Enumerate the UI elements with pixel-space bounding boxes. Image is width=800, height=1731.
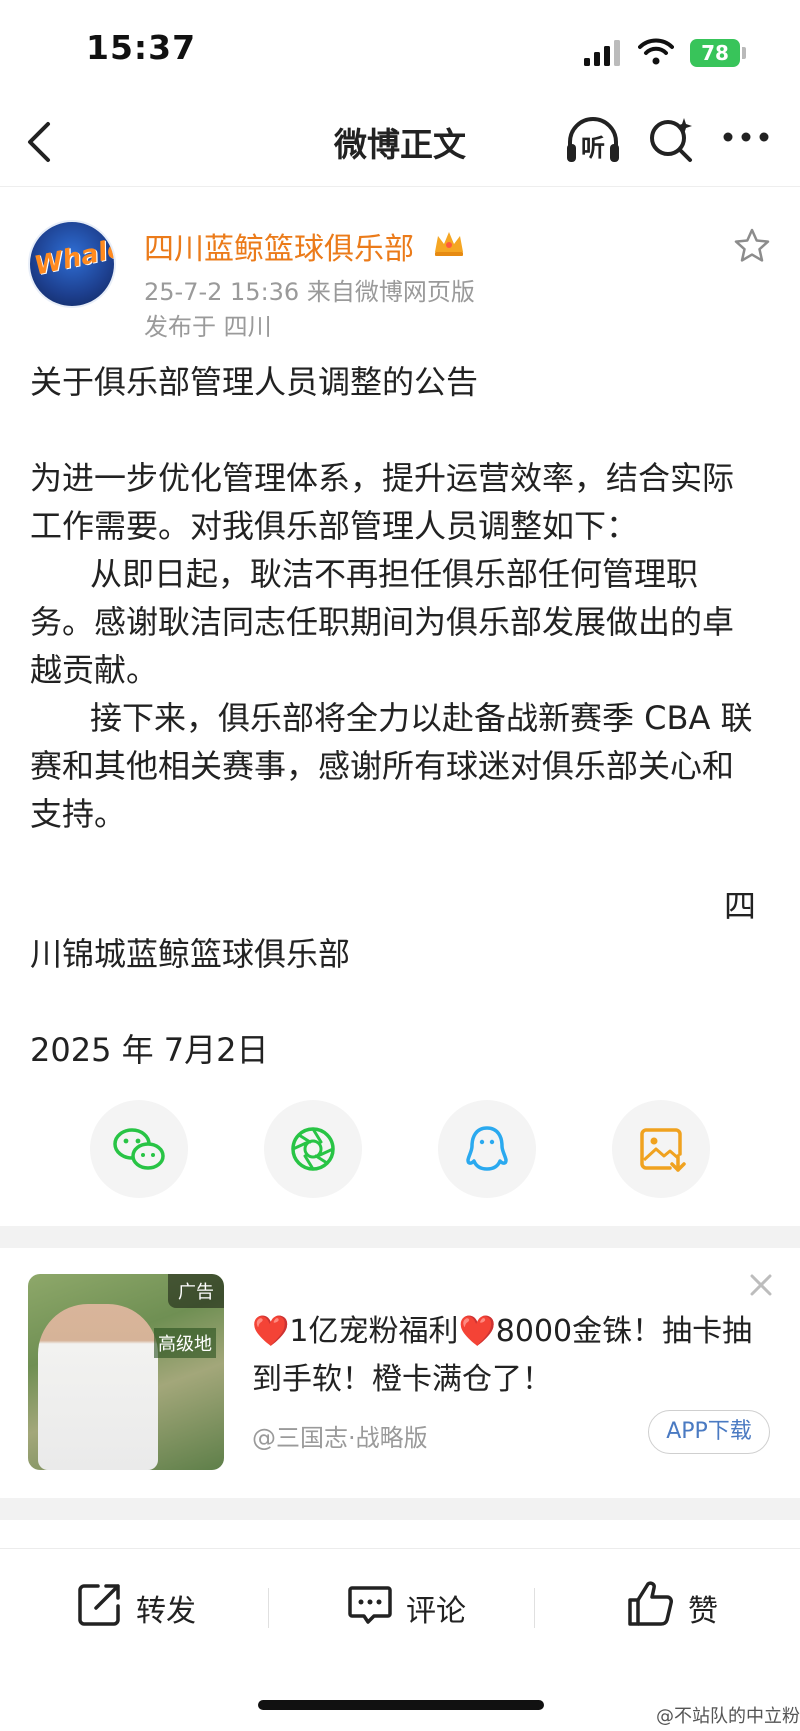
repost-icon xyxy=(78,1584,120,1626)
post-date: 2025 年 7月2日 xyxy=(30,1031,269,1069)
post-paragraph-line: 支持。 xyxy=(30,795,127,833)
close-icon[interactable] xyxy=(748,1272,774,1298)
section-gap xyxy=(0,1226,800,1248)
toolbar-divider xyxy=(0,1548,800,1549)
wifi-icon xyxy=(638,38,674,65)
ad-image-figure xyxy=(38,1304,158,1470)
ad-tag: 广告 xyxy=(168,1274,224,1308)
more-icon[interactable] xyxy=(722,130,770,144)
post-time-source: 25-7-2 15:36 来自微博网页版 xyxy=(144,278,475,306)
battery-cap xyxy=(742,47,746,59)
ad-headline-line[interactable]: ❤️1亿宠粉福利❤️8000金铢！抽卡抽 xyxy=(252,1306,752,1350)
toolbar-separator xyxy=(268,1588,269,1628)
ad-image-label: 高级地 xyxy=(154,1328,216,1358)
favorite-star-icon[interactable] xyxy=(732,226,772,266)
save-image-icon xyxy=(640,1128,686,1172)
user-name[interactable]: 四川蓝鲸篮球俱乐部 xyxy=(144,224,414,268)
repost-label: 转发 xyxy=(136,1594,196,1629)
comment-label: 评论 xyxy=(406,1594,466,1629)
signature-first-char: 四 xyxy=(724,887,757,925)
post-heading: 关于俱乐部管理人员调整的公告 xyxy=(30,363,479,401)
avatar-logo-text: Whale xyxy=(31,233,116,282)
qq-penguin-icon xyxy=(466,1126,508,1171)
avatar[interactable]: Whale xyxy=(28,220,116,308)
crown-badge-icon xyxy=(435,232,463,256)
post-paragraph-line: 务。感谢耿洁同志任职期间为俱乐部发展做出的卓 xyxy=(30,603,735,641)
battery-indicator: 78 xyxy=(690,39,740,67)
status-time: 15:37 xyxy=(86,28,197,67)
section-gap xyxy=(0,1498,800,1520)
search-sparkle-icon[interactable] xyxy=(646,112,696,166)
signal-icon xyxy=(584,40,620,66)
post-paragraph-line: 为进一步优化管理体系，提升运营效率，结合实际 xyxy=(30,459,735,497)
toolbar-separator xyxy=(534,1588,535,1628)
post-paragraph-line: 越贡献。 xyxy=(30,651,159,689)
comment-icon xyxy=(348,1586,392,1624)
listen-label: 听 xyxy=(581,134,605,162)
ad-image[interactable]: 广告 高级地 xyxy=(28,1274,224,1470)
post-paragraph-line: 从即日起，耿洁不再担任俱乐部任何管理职 xyxy=(90,555,699,593)
app-download-button[interactable]: APP下载 xyxy=(648,1410,770,1454)
share-qq-button[interactable] xyxy=(438,1100,536,1198)
share-moments-button[interactable] xyxy=(264,1100,362,1198)
ad-headline-line[interactable]: 到手软！橙卡满仓了！ xyxy=(252,1354,552,1398)
ad-source[interactable]: @三国志·战略版 xyxy=(252,1418,428,1453)
post-location: 发布于 四川 xyxy=(144,313,272,341)
like-button[interactable]: 赞 xyxy=(626,1578,746,1636)
post-paragraph-line: 赛和其他相关赛事，感谢所有球迷对俱乐部关心和 xyxy=(30,747,735,785)
save-image-button[interactable] xyxy=(612,1100,710,1198)
signature-line: 川锦城蓝鲸篮球俱乐部 xyxy=(30,935,351,973)
listen-button[interactable]: 听 xyxy=(564,112,622,170)
home-indicator xyxy=(258,1700,544,1710)
repost-button[interactable]: 转发 xyxy=(76,1580,216,1636)
like-label: 赞 xyxy=(688,1594,718,1629)
watermark: @不站队的中立粉 xyxy=(656,1706,800,1727)
share-wechat-button[interactable] xyxy=(90,1100,188,1198)
comment-button[interactable]: 评论 xyxy=(346,1580,486,1636)
thumbs-up-icon xyxy=(628,1581,673,1626)
nav-divider xyxy=(0,186,800,187)
post-paragraph-line: 工作需要。对我俱乐部管理人员调整如下： xyxy=(30,507,639,545)
wechat-icon xyxy=(113,1128,165,1170)
post-paragraph-line: 接下来，俱乐部将全力以赴备战新赛季 CBA 联 xyxy=(90,699,753,737)
moments-shutter-icon xyxy=(291,1127,335,1171)
